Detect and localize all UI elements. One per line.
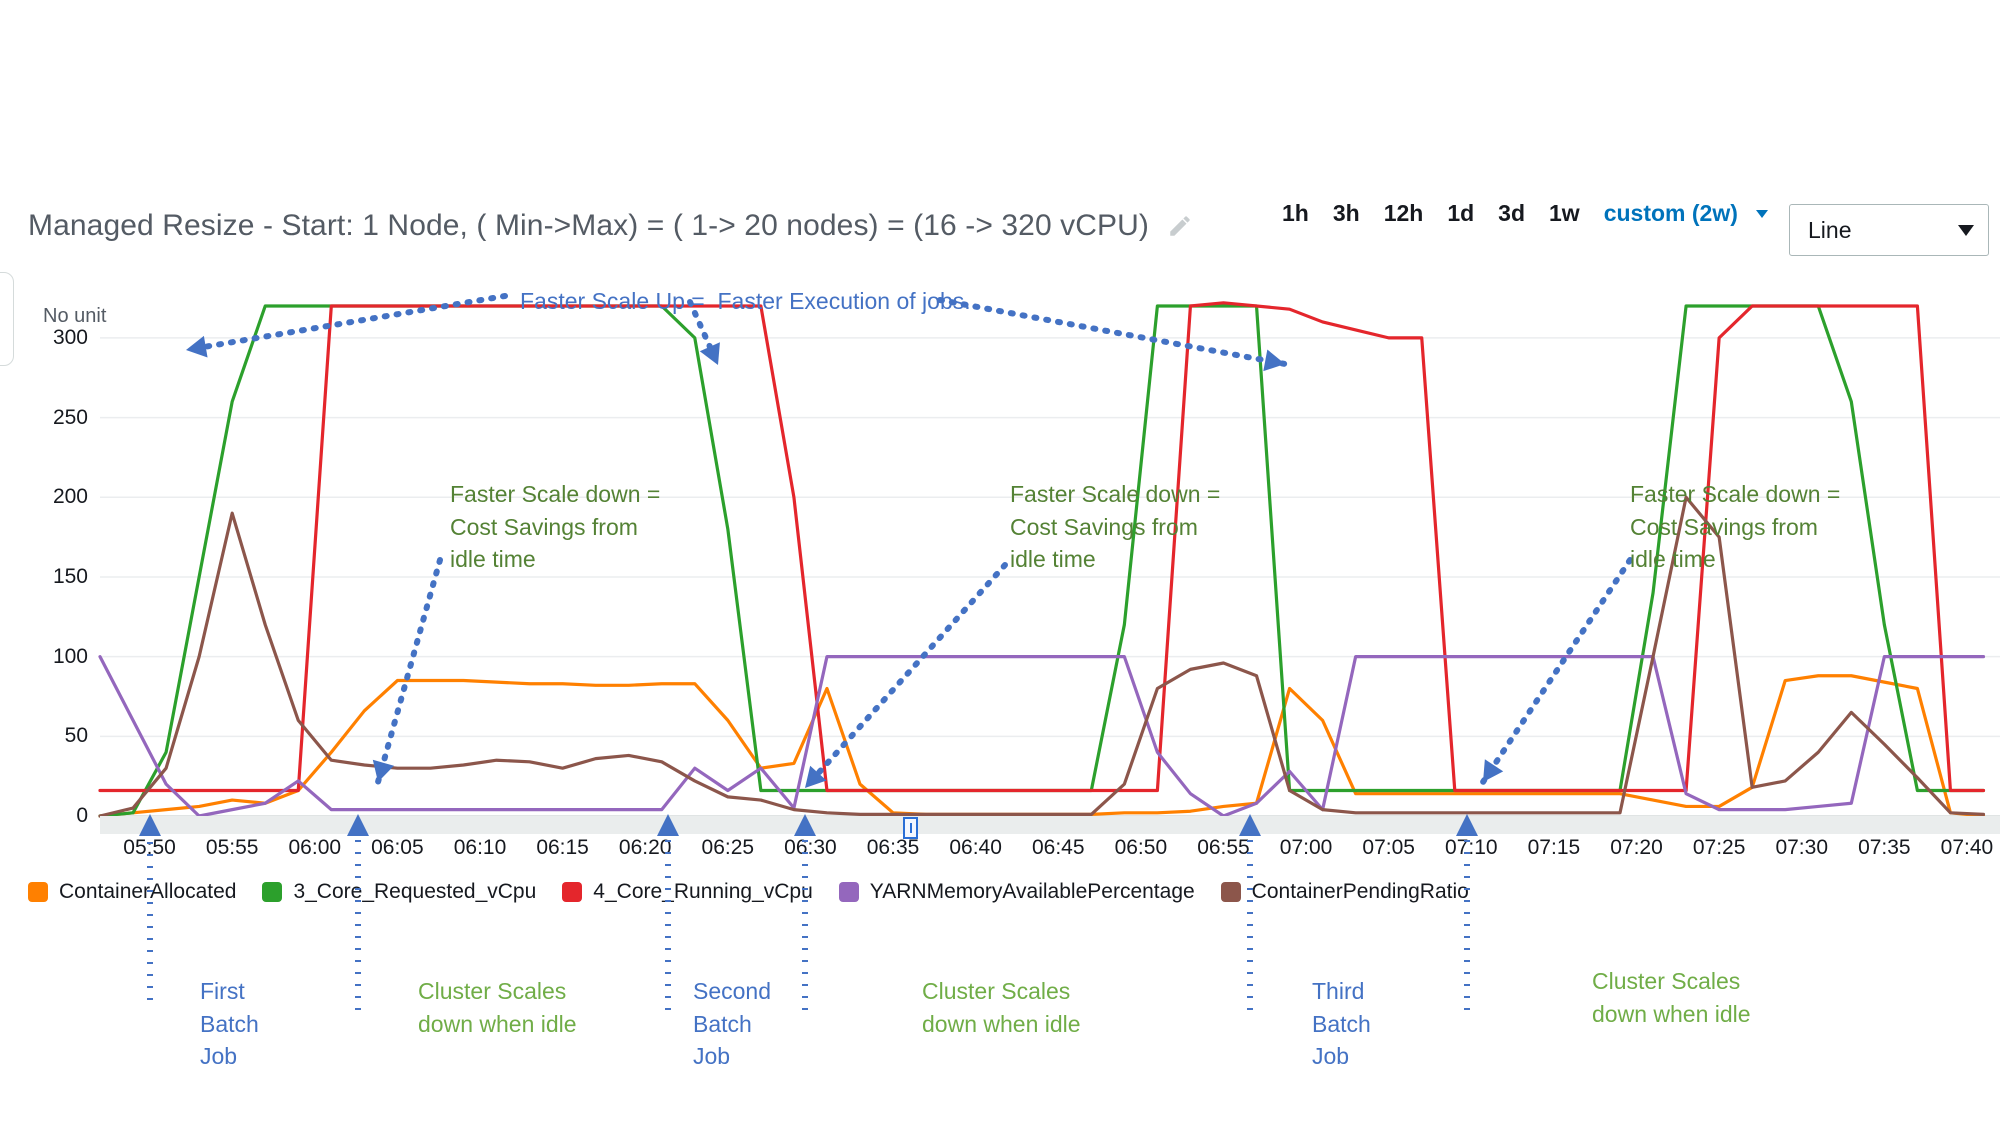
annotation-first-batch: First Batch Job [200, 978, 259, 1070]
annotation-scale-down-3: Faster Scale down = Cost Savings from id… [1630, 481, 1841, 573]
annotation-scale-down-1: Faster Scale down = Cost Savings from id… [450, 481, 661, 573]
annotation-cluster-scales-2: Cluster Scales down when idle [922, 978, 1081, 1037]
annotation-scale-up: Faster Scale Up = Faster Execution of jo… [520, 288, 971, 314]
annotation-second-batch: Second Batch Job [693, 978, 772, 1070]
annotation-cluster-scales-1: Cluster Scales down when idle [418, 978, 577, 1037]
annotation-third-batch: Third Batch Job [1312, 978, 1371, 1070]
annotation-scale-down-2: Faster Scale down = Cost Savings from id… [1010, 481, 1221, 573]
cloudwatch-line-widget: Managed Resize - Start: 1 Node, ( Min->M… [0, 0, 2000, 1125]
annotation-cluster-scales-3: Cluster Scales down when idle [1592, 968, 1751, 1027]
